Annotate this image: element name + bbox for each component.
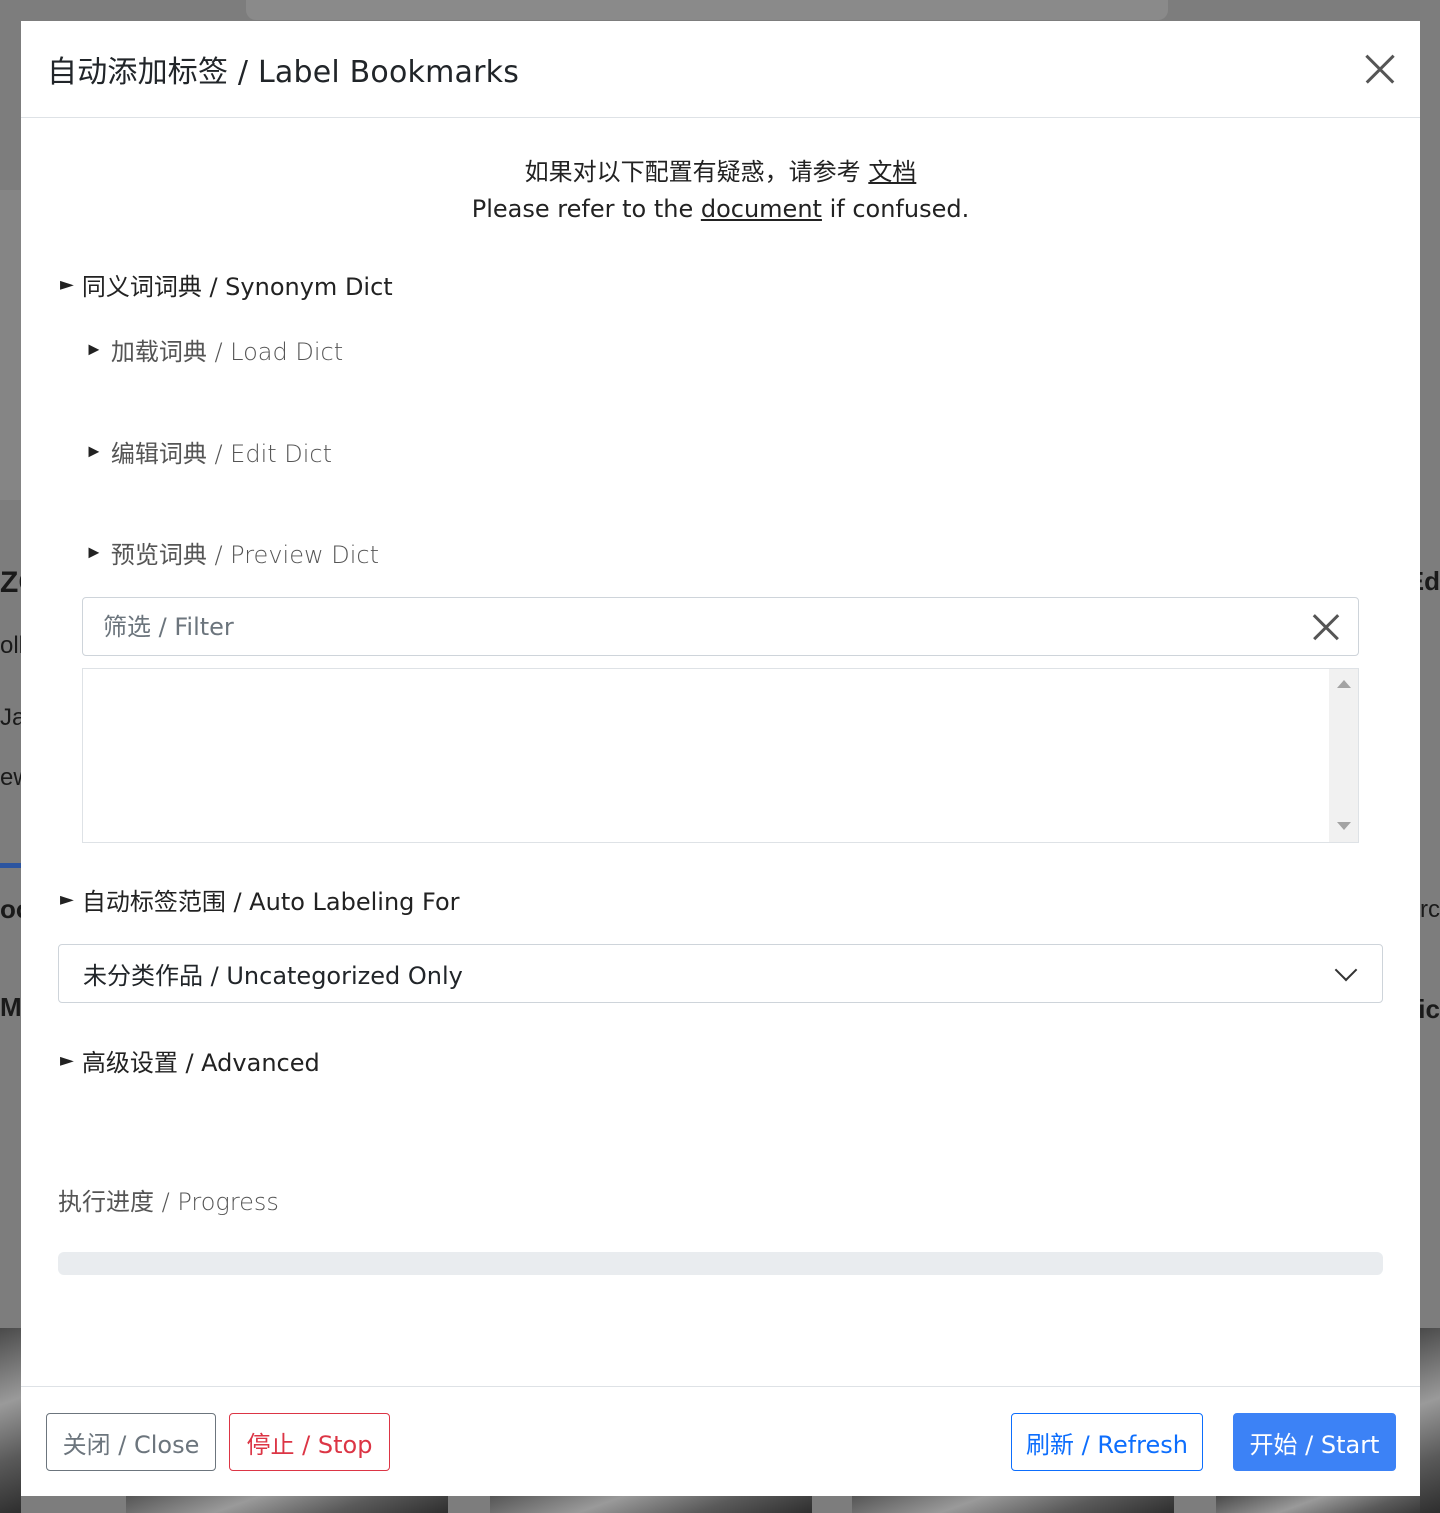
background-text: lic bbox=[1420, 994, 1440, 1024]
background-text: Ed bbox=[1420, 566, 1440, 596]
background-topbar bbox=[246, 0, 1168, 20]
background-card bbox=[0, 190, 21, 500]
background-text: ew bbox=[0, 764, 21, 791]
scroll-up-arrow-icon[interactable] bbox=[1337, 680, 1351, 688]
dict-preview-list[interactable] bbox=[82, 668, 1359, 843]
triangle-right-icon: ► bbox=[85, 441, 103, 462]
section-label: 高级设置 / Advanced bbox=[81, 1049, 320, 1077]
triangle-right-icon: ► bbox=[60, 889, 74, 910]
modal-header: 自动添加标签 / Label Bookmarks bbox=[21, 21, 1420, 118]
chevron-down-icon bbox=[1334, 958, 1358, 981]
section-synonym-dict[interactable]: ► 同义词词典 / Synonym Dict bbox=[60, 267, 393, 302]
docs-link-en[interactable]: document bbox=[701, 195, 822, 223]
triangle-right-icon: ► bbox=[60, 1050, 74, 1071]
section-load-dict[interactable]: ► 加载词典 / Load Dict bbox=[85, 332, 343, 367]
thumbnail bbox=[1216, 1496, 1440, 1513]
start-button[interactable]: 开始 / Start bbox=[1233, 1413, 1396, 1471]
triangle-right-icon: ► bbox=[85, 339, 103, 360]
triangle-right-icon: ► bbox=[60, 274, 74, 295]
notice-en-suffix: if confused. bbox=[829, 195, 970, 223]
section-edit-dict[interactable]: ► 编辑词典 / Edit Dict bbox=[85, 434, 332, 469]
modal-title: 自动添加标签 / Label Bookmarks bbox=[47, 55, 520, 90]
progress-label: 执行进度 / Progress bbox=[58, 1188, 279, 1216]
section-label: 自动标签范围 / Auto Labeling For bbox=[81, 888, 460, 916]
thumbnail bbox=[0, 1328, 21, 1513]
help-notice: 如果对以下配置有疑惑，请参考 文档 Please refer to the do… bbox=[21, 154, 1420, 228]
modal-body: 如果对以下配置有疑惑，请参考 文档 Please refer to the do… bbox=[21, 118, 1420, 1386]
filter-field bbox=[82, 597, 1359, 656]
background-text: rc bbox=[1420, 896, 1440, 923]
close-icon[interactable] bbox=[1364, 53, 1396, 85]
background-text: Jap bbox=[0, 704, 21, 731]
section-label: 加载词典 / Load Dict bbox=[110, 338, 344, 366]
section-label: 同义词词典 / Synonym Dict bbox=[81, 273, 393, 301]
clear-filter-icon[interactable] bbox=[1312, 613, 1340, 641]
close-button[interactable]: 关闭 / Close bbox=[46, 1413, 216, 1471]
scroll-down-arrow-icon[interactable] bbox=[1337, 822, 1351, 830]
background-text: M bbox=[0, 992, 21, 1022]
background-text: oll bbox=[0, 632, 21, 659]
background-text: ZO bbox=[0, 566, 21, 599]
notice-zh-text: 如果对以下配置有疑惑，请参考 bbox=[524, 158, 861, 186]
notice-en-prefix: Please refer to the bbox=[471, 195, 694, 223]
section-preview-dict[interactable]: ► 预览词典 / Preview Dict bbox=[85, 535, 379, 570]
label-bookmarks-modal: 自动添加标签 / Label Bookmarks 如果对以下配置有疑惑，请参考 … bbox=[21, 21, 1420, 1496]
select-value: 未分类作品 / Uncategorized Only bbox=[83, 962, 463, 990]
refresh-button[interactable]: 刷新 / Refresh bbox=[1011, 1413, 1203, 1471]
thumbnail bbox=[1420, 1328, 1440, 1513]
filter-input[interactable] bbox=[101, 611, 1312, 642]
section-advanced[interactable]: ► 高级设置 / Advanced bbox=[60, 1043, 320, 1078]
triangle-right-icon: ► bbox=[85, 542, 103, 563]
scrollbar[interactable] bbox=[1329, 669, 1358, 842]
background-text: oo bbox=[0, 894, 21, 924]
labeling-scope-select[interactable]: 未分类作品 / Uncategorized Only bbox=[58, 944, 1383, 1003]
section-label: 预览词典 / Preview Dict bbox=[110, 541, 379, 569]
stop-button[interactable]: 停止 / Stop bbox=[229, 1413, 390, 1471]
modal-footer: 关闭 / Close 停止 / Stop 刷新 / Refresh 开始 / S… bbox=[21, 1386, 1420, 1496]
section-label: 编辑词典 / Edit Dict bbox=[110, 440, 333, 468]
docs-link-zh[interactable]: 文档 bbox=[868, 158, 916, 186]
background-accent bbox=[0, 863, 21, 868]
progress-bar bbox=[58, 1252, 1383, 1275]
section-auto-labeling-for[interactable]: ► 自动标签范围 / Auto Labeling For bbox=[60, 882, 460, 917]
